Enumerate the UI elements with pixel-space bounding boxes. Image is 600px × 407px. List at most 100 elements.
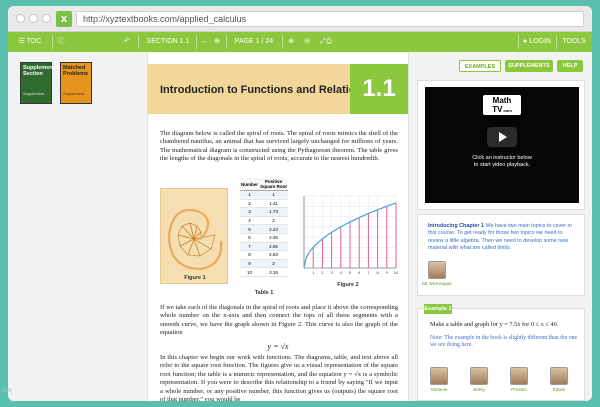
table-row: 3 1.73 [240, 207, 288, 217]
print-icon: ⎙ [326, 38, 332, 45]
app-window: x http://xyztextbooks.com/applied_calcul… [8, 6, 592, 401]
zoom-out-icon: ⊖ [304, 38, 310, 45]
functions-paragraph: In this chapter we begin our work with f… [160, 354, 398, 401]
x-tick-label: 2 [321, 270, 324, 275]
supplemental-section-thumbnail[interactable]: Supplemental Section Supplement [20, 62, 59, 104]
avatar[interactable] [550, 367, 568, 385]
x-tick-label: 3 [330, 270, 333, 275]
example-tag: Example 1 [424, 304, 452, 314]
tab-examples[interactable]: EXAMPLES [459, 60, 501, 72]
supplements-sidebar: Supplemental Section Supplement Matched … [8, 52, 148, 401]
table-cell: 2 [240, 199, 260, 209]
play-icon[interactable] [487, 127, 517, 147]
table-cell: 2.45 [259, 233, 288, 243]
table-header: Number [240, 178, 260, 191]
table-cell: 2.83 [259, 250, 288, 260]
browser-chrome: x http://xyztextbooks.com/applied_calcul… [8, 6, 592, 32]
square-root-table: Number Positive Square Root 11 2 1.41 3 1.… [240, 178, 288, 277]
table-cell: 1 [240, 190, 260, 200]
avatar[interactable] [470, 367, 488, 385]
intro-paragraph: The diagram below is called the spiral o… [160, 130, 398, 163]
example-card: Example 1 Make a table and graph for y =… [417, 304, 585, 401]
figure-2-caption: Figure 2 [337, 282, 359, 288]
video-player[interactable]: Math TV.com Click an instructor below to… [425, 87, 579, 203]
circle-arrow-icon: ⊕ [214, 38, 220, 45]
toolbar-divider [282, 35, 283, 49]
window-maximize-dot[interactable] [42, 14, 51, 23]
table-row: 10 3.16 [240, 267, 288, 277]
example-note: Note: The example in the book is slightl… [430, 335, 578, 348]
chapter-intro-heading: Introducing Chapter 1 [428, 223, 485, 229]
avatar[interactable] [428, 261, 446, 279]
section-number: 1.1 [350, 64, 408, 114]
print-button[interactable]: ⎙ [322, 32, 336, 52]
logo-text: TV [492, 105, 503, 114]
table-1-caption: Table 1 [254, 290, 274, 296]
back-button[interactable]: ↶ [120, 32, 134, 52]
section-label: SECTION [146, 38, 178, 45]
reader-toolbar: ☰ TOC ⓘ ↶ SECTION 1.1 ← ⊕ PAGE 1 / 24 ⊕ [8, 32, 592, 65]
section-title: Introduction to Functions and Relations [160, 84, 369, 96]
toolbar-divider [52, 35, 53, 49]
table-cell: 1 [259, 190, 288, 200]
chapter-intro-text: Introducing Chapter 1 We have two main t… [428, 223, 578, 253]
table-row: 7 2.65 [240, 242, 288, 252]
page-selector[interactable]: PAGE 1 / 24 [228, 32, 280, 52]
address-bar[interactable]: http://xyztextbooks.com/applied_calculus [76, 11, 584, 27]
page-label: PAGE [234, 38, 254, 45]
spiral-drawing [167, 209, 223, 271]
mathtv-logo: Math TV.com [483, 95, 521, 115]
info-icon: ⓘ [57, 38, 65, 45]
toc-button[interactable]: ☰ TOC [12, 32, 48, 52]
tools-button[interactable]: TOOLS ▦ [558, 32, 590, 65]
login-button[interactable]: ● LOGIN [520, 32, 554, 52]
window-minimize-dot[interactable] [29, 14, 38, 23]
zoom-in-button[interactable]: ⊕ [284, 32, 298, 52]
tools-label: TOOLS [562, 38, 586, 45]
thumbnail-subtitle: Supplement [23, 91, 45, 96]
x-tick-label: 7 [367, 270, 370, 275]
table-cell: 3 [259, 259, 288, 269]
next-section-button[interactable]: ⊕ [210, 32, 224, 52]
info-button[interactable]: ⓘ [54, 32, 68, 52]
thumbnail-subtitle: Supplement [63, 91, 85, 96]
table-row: 6 2.45 [240, 233, 288, 243]
avatar[interactable] [510, 367, 528, 385]
section-selector[interactable]: SECTION 1.1 [142, 32, 194, 52]
back-arrow-icon: ↶ [124, 38, 130, 45]
x-tick-label: 8 [376, 270, 379, 275]
avatar[interactable] [430, 367, 448, 385]
table-cell: 6 [240, 233, 260, 243]
table-row: 42 [240, 216, 288, 226]
equation: y = √x [267, 342, 289, 351]
toc-label: TOC [26, 38, 42, 45]
video-prompt: Click an instructor below to start video… [425, 155, 579, 169]
video-prompt-line: to start video playback. [473, 162, 531, 168]
user-icon: ● [523, 38, 528, 45]
x-tick-label: 9 [386, 270, 389, 275]
section-value: 1.1 [179, 38, 190, 45]
table-cell: 4 [240, 216, 260, 226]
video-panel: Math TV.com Click an instructor below to… [417, 80, 585, 210]
instructor-name: Stefanie [430, 387, 448, 392]
table-row: 93 [240, 259, 288, 269]
table-row: 11 [240, 190, 288, 200]
site-favicon-icon: x [56, 11, 72, 27]
instructor-name: Betsy [473, 387, 485, 392]
box-watermark: box [2, 388, 12, 394]
tab-supplements[interactable]: SUPPLEMENTS [505, 60, 553, 72]
x-tick-label: 1 [312, 270, 315, 275]
table-cell: 2.24 [259, 224, 288, 234]
examples-panel: EXAMPLES SUPPLEMENTS HELP Math TV.com Cl… [408, 52, 592, 401]
chapter-intro-card: Introducing Chapter 1 We have two main t… [417, 214, 585, 296]
tab-help[interactable]: HELP [557, 60, 583, 72]
zoom-out-button[interactable]: ⊖ [300, 32, 314, 52]
x-tick-label: 4 [340, 270, 343, 275]
x-tick-label: 10 [394, 270, 399, 275]
window-close-dot[interactable] [16, 14, 25, 23]
x-tick-label: 5 [349, 270, 352, 275]
matched-problems-thumbnail[interactable]: Matched Problems Supplement [60, 62, 92, 104]
instructor-name: Edwin [552, 387, 566, 392]
zoom-in-icon: ⊕ [288, 38, 294, 45]
table-header: Positive Square Root [259, 178, 288, 191]
